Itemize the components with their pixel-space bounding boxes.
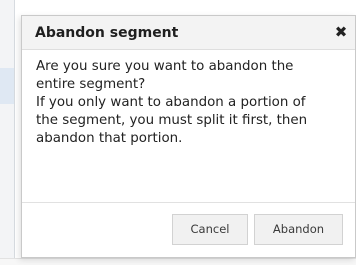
message-line: If you only want to abandon a portion of: [36, 95, 306, 110]
footer-divider: [22, 202, 355, 203]
background-selection-marker: [0, 68, 14, 104]
dialog-message: Are you sure you want to abandon the ent…: [36, 58, 342, 148]
close-icon[interactable]: ✖: [333, 23, 349, 41]
message-line: abandon that portion.: [36, 131, 183, 146]
background-sidebar-edge: [0, 0, 15, 264]
cancel-button[interactable]: Cancel: [172, 214, 248, 245]
message-line: the segment, you must split it first, th…: [36, 113, 308, 128]
abandon-segment-dialog: Abandon segment ✖ Are you sure you want …: [21, 15, 356, 258]
message-line: Are you sure you want to abandon the: [36, 59, 294, 74]
message-line: entire segment?: [36, 77, 146, 92]
abandon-button[interactable]: Abandon: [254, 214, 343, 245]
dialog-header: Abandon segment ✖: [22, 16, 355, 50]
dialog-title: Abandon segment: [35, 25, 179, 41]
